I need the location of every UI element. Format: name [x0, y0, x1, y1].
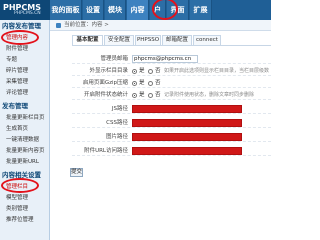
tab-divider: [72, 45, 271, 46]
sidebar-group-title: 发布管理: [2, 102, 28, 110]
sidebar-item-manage-content[interactable]: 管理内容: [6, 34, 48, 42]
top-navbar: PHPCMS PHPCMS.CN 我的面板 设置 模块 内容 户 界面 扩展: [0, 0, 271, 20]
js-path-label: JS路径: [111, 106, 128, 112]
catdir-radio-no[interactable]: [148, 69, 153, 74]
form-row-image-path: 图片路径: [72, 132, 271, 142]
gzip-label: 启用页面Gzip压缩: [82, 80, 128, 86]
sidebar: 内容发布管理 管理内容 附件管理 专题 碎片管理 采集管理 评论管理 发布管理 …: [0, 20, 50, 240]
nav-tab-interface[interactable]: 界面: [167, 0, 189, 20]
sidebar-group-title: 内容发布管理: [2, 22, 41, 30]
attachment-stats-radio-yes[interactable]: [132, 93, 137, 98]
sidebar-item-update-urls[interactable]: 批量更新URL: [6, 158, 48, 166]
form-row-attachment-stats: 开启附件状态统计 是 否 记录附件使用状态，删除文章时同步删除: [72, 90, 271, 100]
sidebar-item-clear-data[interactable]: 一键清理数据: [6, 136, 48, 144]
sidebar-item-collect[interactable]: 采集管理: [6, 78, 48, 86]
form-row-css-path: CSS路径: [72, 118, 271, 128]
nav-tab-settings[interactable]: 设置: [83, 0, 104, 20]
catdir-radio-yes[interactable]: [132, 69, 137, 74]
nav-tab-extend[interactable]: 扩展: [190, 0, 212, 20]
home-icon: [56, 23, 61, 28]
main-content: 当前位置：内容 > 基本配置 安全配置 PHPSSO 邮箱配置 connect …: [50, 20, 271, 240]
tab-email-config[interactable]: 邮箱配置: [162, 35, 192, 45]
gzip-yes-label: 是: [139, 80, 145, 86]
attachment-stats-hint: 记录附件使用状态，删除文章时同步删除: [164, 92, 255, 98]
tab-connect[interactable]: connect: [193, 35, 221, 45]
nav-tab-content[interactable]: 内容: [127, 0, 149, 20]
upload-url-field[interactable]: [132, 147, 242, 155]
sidebar-item-blocks[interactable]: 碎片管理: [6, 67, 48, 75]
tab-basic-config[interactable]: 基本配置: [72, 35, 103, 45]
breadcrumb-text: 当前位置：内容 >: [64, 22, 109, 28]
js-path-field[interactable]: [132, 105, 242, 113]
sidebar-item-update-content-pages[interactable]: 批量更新内容页: [6, 147, 48, 155]
form-row-catdir: 外显示栏目目录 是 否 如果开启此选项则显示栏目目录，当栏目层级数量较多时可关闭: [72, 66, 271, 76]
catdir-yes-label: 是: [139, 68, 145, 74]
attachment-stats-radio-no[interactable]: [148, 93, 153, 98]
image-path-label: 图片路径: [105, 134, 128, 140]
attachment-stats-label: 开启附件状态统计: [83, 92, 128, 98]
admin-email-label: 管理员邮箱: [100, 56, 128, 62]
sidebar-item-models[interactable]: 模型管理: [6, 194, 48, 202]
attachment-stats-no-label: 否: [155, 92, 161, 98]
upload-url-label: 附件URL访问路径: [84, 148, 128, 154]
sidebar-item-comments[interactable]: 评论管理: [6, 89, 48, 97]
css-path-field[interactable]: [132, 119, 242, 127]
gzip-radio-yes[interactable]: [132, 81, 137, 86]
gzip-radio-no[interactable]: [148, 81, 153, 86]
sidebar-item-manage-categories[interactable]: 管理栏目: [6, 183, 48, 191]
sidebar-item-attachments[interactable]: 附件管理: [6, 45, 48, 53]
tab-phpsso[interactable]: PHPSSO: [135, 35, 161, 45]
form-row-js-path: JS路径: [72, 104, 271, 114]
submit-button[interactable]: 提交: [70, 168, 83, 177]
sidebar-item-update-category-pages[interactable]: 批量更新栏目页: [6, 114, 48, 122]
catdir-hint: 如果开启此选项则显示栏目目录，当栏目层级数量较多时可关闭: [164, 68, 269, 74]
attachment-stats-yes-label: 是: [139, 92, 145, 98]
gzip-no-label: 否: [155, 80, 161, 86]
breadcrumb: 当前位置：内容 >: [50, 20, 271, 31]
form-row-gzip: 启用页面Gzip压缩 是 否: [72, 78, 271, 88]
sidebar-item-generate-home[interactable]: 生成首页: [6, 125, 48, 133]
form-row-upload-url: 附件URL访问路径: [72, 146, 271, 156]
logo: PHPCMS PHPCMS.CN: [0, 0, 50, 20]
catdir-no-label: 否: [155, 68, 161, 74]
nav-tab-users[interactable]: 户: [150, 0, 166, 20]
catdir-label: 外显示栏目目录: [89, 68, 128, 74]
nav-tab-modules[interactable]: 模块: [105, 0, 126, 20]
sidebar-item-positions[interactable]: 推荐位管理: [6, 216, 48, 224]
sidebar-item-special[interactable]: 专题: [6, 56, 48, 64]
nav-tab-my-panel[interactable]: 我的面板: [50, 0, 82, 20]
form-row-admin-email: 管理员邮箱: [72, 54, 271, 64]
sidebar-item-types[interactable]: 类别管理: [6, 205, 48, 213]
admin-email-field[interactable]: [132, 55, 198, 63]
sidebar-group-title: 内容相关设置: [2, 171, 41, 179]
image-path-field[interactable]: [132, 133, 242, 141]
logo-subtext: PHPCMS.CN: [14, 11, 41, 16]
tab-security-config[interactable]: 安全配置: [104, 35, 134, 45]
css-path-label: CSS路径: [106, 120, 128, 126]
